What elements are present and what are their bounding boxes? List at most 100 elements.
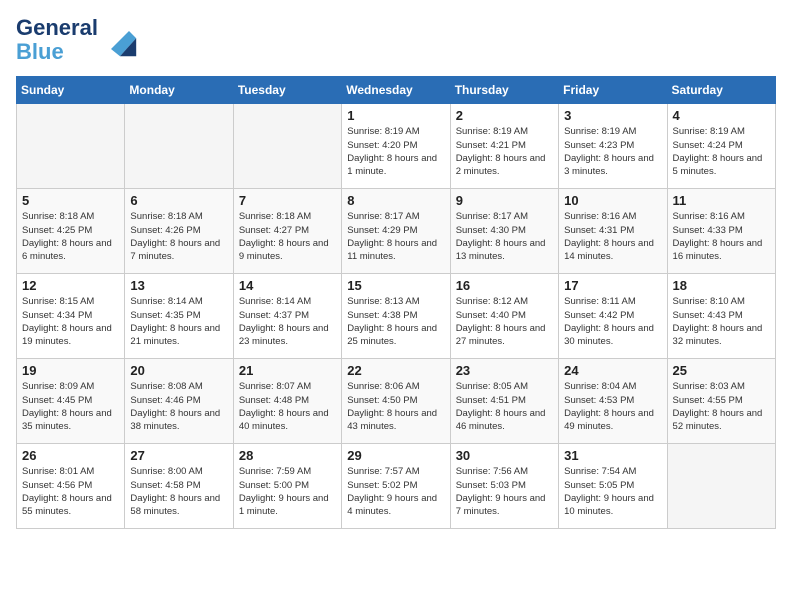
day-info: Sunrise: 8:15 AMSunset: 4:34 PMDaylight:…	[22, 295, 119, 348]
day-number: 31	[564, 448, 661, 463]
calendar-cell: 13 Sunrise: 8:14 AMSunset: 4:35 PMDaylig…	[125, 274, 233, 359]
calendar-cell: 19 Sunrise: 8:09 AMSunset: 4:45 PMDaylig…	[17, 359, 125, 444]
day-number: 13	[130, 278, 227, 293]
weekday-header: Monday	[125, 77, 233, 104]
day-info: Sunrise: 8:07 AMSunset: 4:48 PMDaylight:…	[239, 380, 336, 433]
page-header: GeneralBlue	[16, 16, 776, 64]
day-info: Sunrise: 8:18 AMSunset: 4:25 PMDaylight:…	[22, 210, 119, 263]
calendar-cell: 22 Sunrise: 8:06 AMSunset: 4:50 PMDaylig…	[342, 359, 450, 444]
calendar-cell	[667, 444, 775, 529]
calendar-cell: 31 Sunrise: 7:54 AMSunset: 5:05 PMDaylig…	[559, 444, 667, 529]
day-number: 25	[673, 363, 770, 378]
calendar-week-row: 26 Sunrise: 8:01 AMSunset: 4:56 PMDaylig…	[17, 444, 776, 529]
day-info: Sunrise: 8:17 AMSunset: 4:29 PMDaylight:…	[347, 210, 444, 263]
day-number: 26	[22, 448, 119, 463]
weekday-header: Thursday	[450, 77, 558, 104]
calendar-cell: 5 Sunrise: 8:18 AMSunset: 4:25 PMDayligh…	[17, 189, 125, 274]
weekday-header: Saturday	[667, 77, 775, 104]
weekday-header: Friday	[559, 77, 667, 104]
calendar-cell: 16 Sunrise: 8:12 AMSunset: 4:40 PMDaylig…	[450, 274, 558, 359]
weekday-header: Sunday	[17, 77, 125, 104]
day-number: 12	[22, 278, 119, 293]
day-info: Sunrise: 7:54 AMSunset: 5:05 PMDaylight:…	[564, 465, 661, 518]
calendar-cell: 29 Sunrise: 7:57 AMSunset: 5:02 PMDaylig…	[342, 444, 450, 529]
day-number: 17	[564, 278, 661, 293]
day-number: 19	[22, 363, 119, 378]
day-number: 7	[239, 193, 336, 208]
day-number: 6	[130, 193, 227, 208]
calendar-cell	[233, 104, 341, 189]
calendar-week-row: 19 Sunrise: 8:09 AMSunset: 4:45 PMDaylig…	[17, 359, 776, 444]
day-info: Sunrise: 8:16 AMSunset: 4:31 PMDaylight:…	[564, 210, 661, 263]
day-info: Sunrise: 8:17 AMSunset: 4:30 PMDaylight:…	[456, 210, 553, 263]
calendar-header-row: SundayMondayTuesdayWednesdayThursdayFrid…	[17, 77, 776, 104]
day-info: Sunrise: 8:05 AMSunset: 4:51 PMDaylight:…	[456, 380, 553, 433]
day-number: 20	[130, 363, 227, 378]
calendar-cell: 25 Sunrise: 8:03 AMSunset: 4:55 PMDaylig…	[667, 359, 775, 444]
calendar-cell: 26 Sunrise: 8:01 AMSunset: 4:56 PMDaylig…	[17, 444, 125, 529]
calendar-cell: 11 Sunrise: 8:16 AMSunset: 4:33 PMDaylig…	[667, 189, 775, 274]
weekday-header: Wednesday	[342, 77, 450, 104]
calendar-cell: 15 Sunrise: 8:13 AMSunset: 4:38 PMDaylig…	[342, 274, 450, 359]
day-number: 11	[673, 193, 770, 208]
day-number: 28	[239, 448, 336, 463]
day-info: Sunrise: 8:10 AMSunset: 4:43 PMDaylight:…	[673, 295, 770, 348]
day-number: 30	[456, 448, 553, 463]
day-number: 22	[347, 363, 444, 378]
day-info: Sunrise: 7:59 AMSunset: 5:00 PMDaylight:…	[239, 465, 336, 518]
day-info: Sunrise: 8:18 AMSunset: 4:26 PMDaylight:…	[130, 210, 227, 263]
day-info: Sunrise: 8:14 AMSunset: 4:37 PMDaylight:…	[239, 295, 336, 348]
day-info: Sunrise: 8:18 AMSunset: 4:27 PMDaylight:…	[239, 210, 336, 263]
calendar-table: SundayMondayTuesdayWednesdayThursdayFrid…	[16, 76, 776, 529]
day-info: Sunrise: 8:08 AMSunset: 4:46 PMDaylight:…	[130, 380, 227, 433]
calendar-cell	[17, 104, 125, 189]
day-number: 18	[673, 278, 770, 293]
day-number: 2	[456, 108, 553, 123]
calendar-cell: 30 Sunrise: 7:56 AMSunset: 5:03 PMDaylig…	[450, 444, 558, 529]
day-info: Sunrise: 8:11 AMSunset: 4:42 PMDaylight:…	[564, 295, 661, 348]
day-number: 5	[22, 193, 119, 208]
day-number: 15	[347, 278, 444, 293]
day-number: 16	[456, 278, 553, 293]
calendar-cell: 21 Sunrise: 8:07 AMSunset: 4:48 PMDaylig…	[233, 359, 341, 444]
day-info: Sunrise: 8:14 AMSunset: 4:35 PMDaylight:…	[130, 295, 227, 348]
calendar-cell: 28 Sunrise: 7:59 AMSunset: 5:00 PMDaylig…	[233, 444, 341, 529]
day-info: Sunrise: 8:19 AMSunset: 4:23 PMDaylight:…	[564, 125, 661, 178]
calendar-body: 1 Sunrise: 8:19 AMSunset: 4:20 PMDayligh…	[17, 104, 776, 529]
day-number: 21	[239, 363, 336, 378]
day-info: Sunrise: 8:03 AMSunset: 4:55 PMDaylight:…	[673, 380, 770, 433]
calendar-cell: 24 Sunrise: 8:04 AMSunset: 4:53 PMDaylig…	[559, 359, 667, 444]
day-number: 1	[347, 108, 444, 123]
calendar-cell: 10 Sunrise: 8:16 AMSunset: 4:31 PMDaylig…	[559, 189, 667, 274]
calendar-cell: 18 Sunrise: 8:10 AMSunset: 4:43 PMDaylig…	[667, 274, 775, 359]
calendar-cell: 9 Sunrise: 8:17 AMSunset: 4:30 PMDayligh…	[450, 189, 558, 274]
day-info: Sunrise: 8:09 AMSunset: 4:45 PMDaylight:…	[22, 380, 119, 433]
day-info: Sunrise: 8:04 AMSunset: 4:53 PMDaylight:…	[564, 380, 661, 433]
calendar-cell: 23 Sunrise: 8:05 AMSunset: 4:51 PMDaylig…	[450, 359, 558, 444]
day-number: 9	[456, 193, 553, 208]
weekday-header: Tuesday	[233, 77, 341, 104]
day-info: Sunrise: 8:12 AMSunset: 4:40 PMDaylight:…	[456, 295, 553, 348]
day-info: Sunrise: 8:13 AMSunset: 4:38 PMDaylight:…	[347, 295, 444, 348]
calendar-cell: 3 Sunrise: 8:19 AMSunset: 4:23 PMDayligh…	[559, 104, 667, 189]
calendar-cell: 14 Sunrise: 8:14 AMSunset: 4:37 PMDaylig…	[233, 274, 341, 359]
calendar-cell: 12 Sunrise: 8:15 AMSunset: 4:34 PMDaylig…	[17, 274, 125, 359]
logo: GeneralBlue	[16, 16, 138, 64]
day-number: 24	[564, 363, 661, 378]
calendar-cell: 27 Sunrise: 8:00 AMSunset: 4:58 PMDaylig…	[125, 444, 233, 529]
calendar-cell: 7 Sunrise: 8:18 AMSunset: 4:27 PMDayligh…	[233, 189, 341, 274]
day-number: 3	[564, 108, 661, 123]
calendar-week-row: 5 Sunrise: 8:18 AMSunset: 4:25 PMDayligh…	[17, 189, 776, 274]
calendar-week-row: 12 Sunrise: 8:15 AMSunset: 4:34 PMDaylig…	[17, 274, 776, 359]
calendar-cell: 17 Sunrise: 8:11 AMSunset: 4:42 PMDaylig…	[559, 274, 667, 359]
calendar-cell	[125, 104, 233, 189]
day-number: 8	[347, 193, 444, 208]
calendar-cell: 6 Sunrise: 8:18 AMSunset: 4:26 PMDayligh…	[125, 189, 233, 274]
day-info: Sunrise: 7:57 AMSunset: 5:02 PMDaylight:…	[347, 465, 444, 518]
day-number: 23	[456, 363, 553, 378]
day-number: 14	[239, 278, 336, 293]
calendar-cell: 4 Sunrise: 8:19 AMSunset: 4:24 PMDayligh…	[667, 104, 775, 189]
logo-text: GeneralBlue	[16, 16, 98, 64]
day-info: Sunrise: 8:19 AMSunset: 4:21 PMDaylight:…	[456, 125, 553, 178]
day-info: Sunrise: 8:01 AMSunset: 4:56 PMDaylight:…	[22, 465, 119, 518]
